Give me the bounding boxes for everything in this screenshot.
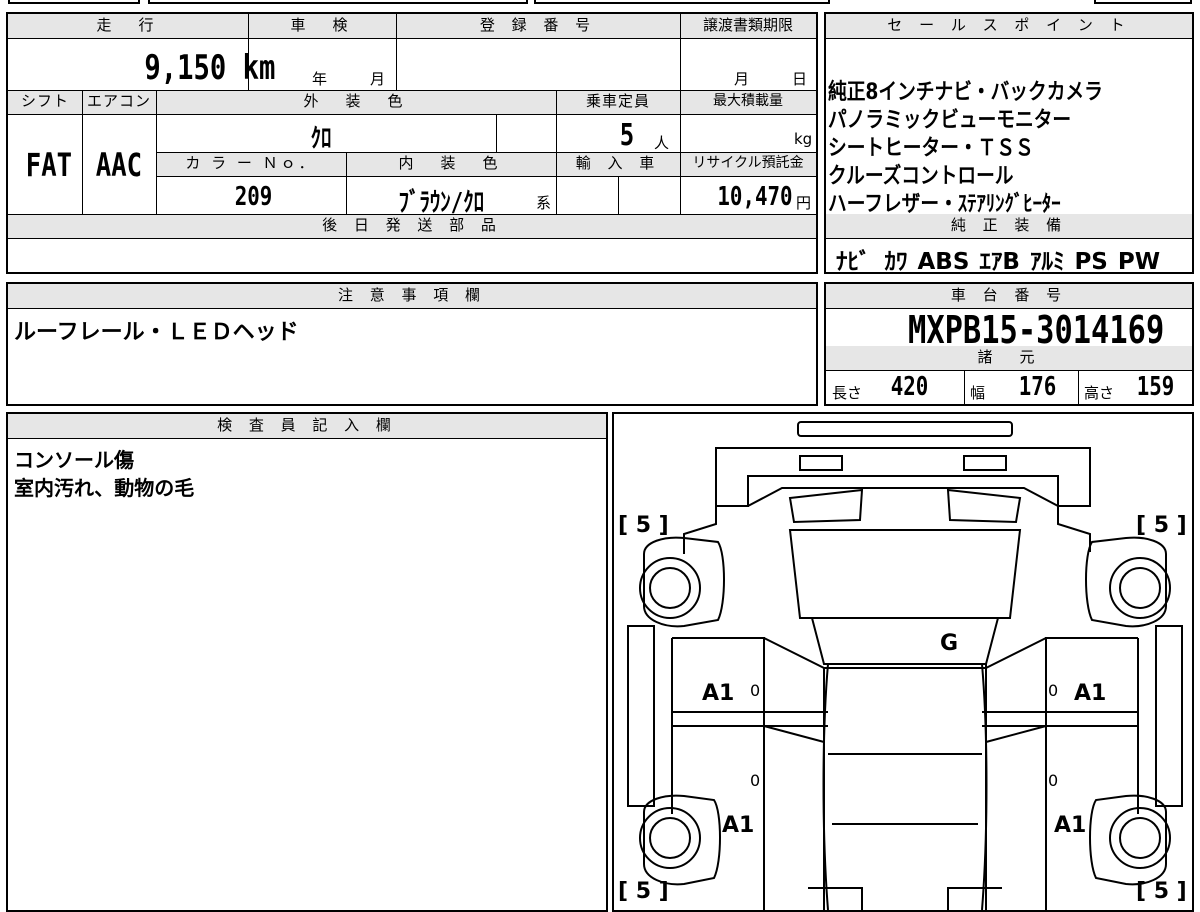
equipment-header: 純 正 装 備 [826, 214, 1192, 238]
mileage-value: 9,150 km [144, 48, 276, 88]
top-strip-mid2 [534, 0, 830, 4]
height-label: 高さ [1084, 384, 1115, 402]
equip-navi: ﾅﾋﾞ [836, 249, 871, 275]
recycle-header: リサイクル預託金 [680, 152, 816, 176]
tire-bl-label: [ 5 ] [618, 879, 669, 904]
zero-1: 0 [750, 681, 760, 700]
mark-rear-right: A1 [1054, 813, 1086, 838]
ac-header: エアコン [82, 90, 156, 114]
inspection-header: 車 検 [248, 14, 396, 38]
equip-airbag: ｴｱB [979, 249, 1020, 275]
interior-header: 内 装 色 [346, 152, 556, 176]
zero-3: 0 [750, 771, 760, 790]
notes-text: ルーフレール・ＬＥＤヘッド [14, 320, 299, 345]
chassis-box: 車 台 番 号 MXPB15-3014169 諸 元 長さ 420 幅 176 … [824, 282, 1194, 406]
capacity-header: 乗車定員 [556, 90, 680, 114]
equip-ps: PS [1074, 249, 1108, 275]
width-value: 176 [1018, 372, 1057, 402]
car-diagram-box: [ 5 ] [ 5 ] [ 5 ] [ 5 ] G A1 A1 A1 A1 0 … [612, 412, 1194, 912]
load-header: 最大積載量 [680, 90, 816, 114]
equip-leather: ｶﾜ [884, 249, 908, 275]
height-value: 159 [1136, 372, 1175, 402]
mark-front-left: A1 [702, 681, 734, 706]
exterior-value: ｸﾛ [310, 124, 332, 154]
inspector-box: 検 査 員 記 入 欄 コンソール傷 室内汚れ、動物の毛 [6, 412, 608, 912]
recycle-value: 10,470 [717, 182, 793, 212]
shift-value: FAT [25, 146, 73, 184]
tire-tr-label: [ 5 ] [1136, 513, 1187, 538]
top-strip-left [8, 0, 140, 4]
color-no-value: 209 [234, 182, 273, 212]
load-unit: kg [794, 130, 813, 148]
zero-2: 0 [1048, 681, 1058, 700]
transfer-day: 日 [792, 70, 808, 88]
import-header: 輸 入 車 [556, 152, 680, 176]
ac-value: AAC [95, 146, 143, 184]
inspection-year: 年 [312, 70, 328, 88]
shift-header: シフト [8, 90, 82, 114]
later-parts-header: 後 日 発 送 部 品 [8, 214, 816, 238]
exterior-header: 外 装 色 [156, 90, 556, 114]
equip-abs: ABS [917, 249, 970, 275]
transfer-header: 譲渡書類期限 [680, 14, 816, 38]
top-strip-right [1094, 0, 1192, 4]
tire-br-label: [ 5 ] [1136, 879, 1187, 904]
sales-point-header: セ ー ル ス ポ イ ン ト [826, 14, 1192, 38]
inspector-header: 検 査 員 記 入 欄 [8, 414, 606, 438]
length-label: 長さ [832, 384, 863, 402]
mileage-header: 走 行 [8, 14, 248, 38]
top-strip-mid [148, 0, 528, 4]
zero-4: 0 [1048, 771, 1058, 790]
width-label: 幅 [970, 384, 986, 402]
inspector-line-2: 室内汚れ、動物の毛 [14, 476, 195, 500]
color-no-header: カ ラ ー Ｎｏ． [156, 152, 346, 176]
inspector-line-1: コンソール傷 [14, 448, 134, 472]
mark-front-right: A1 [1074, 681, 1106, 706]
inspection-month: 月 [370, 70, 386, 88]
equipment-list: ﾅﾋﾞ ｶﾜ ABS ｴｱB ｱﾙﾐ PS PW [836, 242, 1160, 276]
transfer-month: 月 [734, 70, 750, 88]
recycle-unit: 円 [796, 194, 812, 212]
specs-header: 諸 元 [826, 346, 1192, 370]
mark-rear-left: A1 [722, 813, 754, 838]
chassis-header: 車 台 番 号 [826, 284, 1192, 308]
equip-pw: PW [1117, 249, 1161, 275]
capacity-value: 5 [619, 118, 635, 153]
sales-point-box: セ ー ル ス ポ イ ン ト 純正8インチナビ・バックカメラ パノラミックビュ… [824, 12, 1194, 276]
length-value: 420 [890, 372, 929, 402]
notes-header: 注 意 事 項 欄 [8, 284, 816, 308]
registration-header: 登 録 番 号 [396, 14, 680, 38]
capacity-unit: 人 [654, 134, 670, 152]
car-diagram: [ 5 ] [ 5 ] [ 5 ] [ 5 ] G A1 A1 A1 A1 0 … [618, 421, 1187, 910]
interior-suffix: 系 [536, 194, 552, 212]
main-info-box: 走 行 車 検 登 録 番 号 譲渡書類期限 9,150 km 年 月 月 日 … [6, 12, 818, 274]
mark-g: G [940, 631, 958, 656]
notes-box: 注 意 事 項 欄 ルーフレール・ＬＥＤヘッド [6, 282, 818, 406]
tire-tl-label: [ 5 ] [618, 513, 669, 538]
equip-alumi: ｱﾙﾐ [1029, 249, 1065, 275]
